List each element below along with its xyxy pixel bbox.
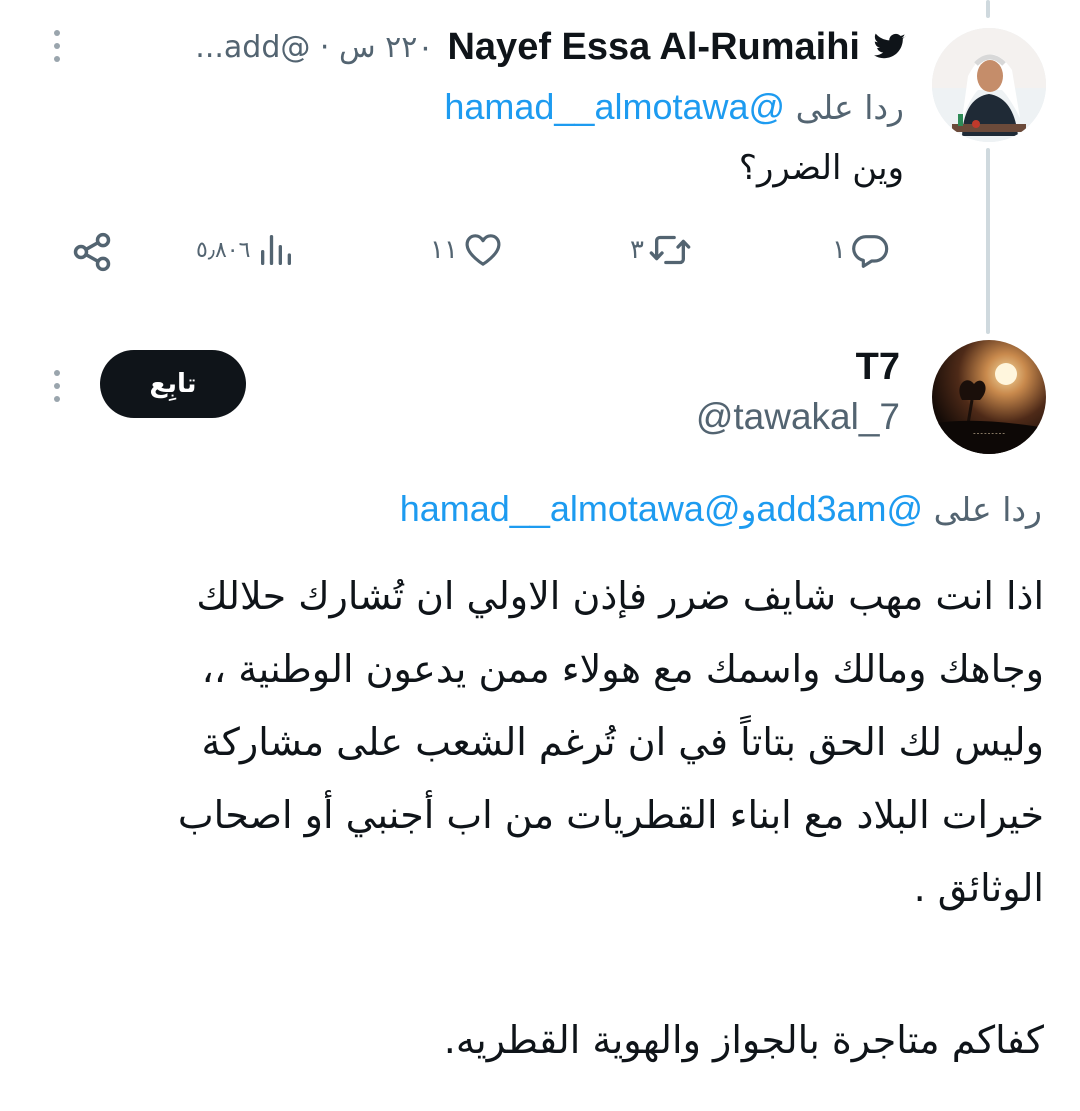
tweet-text: اذا انت مهب شايف ضرر فإذن الاولي ان تُشا… — [44, 560, 1044, 925]
thread-line — [986, 148, 990, 334]
share-icon — [73, 232, 111, 272]
tweet-text-line: اذا انت مهب شايف ضرر فإذن الاولي ان تُشا… — [196, 574, 1044, 618]
tweet-meta: ۲۲۰ س · @add... — [195, 29, 434, 65]
reply-handle-link[interactable]: @hamad__almotawa — [400, 488, 741, 529]
tweet-text-line: خيرات البلاد مع ابناء القطريات من اب أجن… — [177, 793, 1044, 837]
twitter-bird-icon — [874, 33, 906, 59]
views-button[interactable]: ٥٫٨٠٦ — [196, 230, 298, 270]
retweet-button[interactable]: ٣ — [630, 230, 692, 270]
reply-prefix: ردا على — [933, 490, 1042, 529]
thread-line-top — [986, 0, 990, 18]
avatar[interactable]: ـ ـ ـ ـ ـ ـ ـ ـ ـ — [932, 340, 1046, 454]
reply-button[interactable]: ١ — [832, 230, 890, 270]
svg-text:ـ ـ ـ ـ ـ ـ ـ ـ ـ: ـ ـ ـ ـ ـ ـ ـ ـ ـ — [972, 429, 1004, 436]
reply-bubble-icon — [852, 235, 889, 268]
reply-count: ١ — [832, 235, 846, 265]
retweet-icon — [649, 235, 691, 265]
retweet-count: ٣ — [630, 235, 644, 265]
more-vertical-icon[interactable] — [50, 370, 64, 402]
reply-handle-link[interactable]: @add3am — [756, 488, 923, 529]
like-button[interactable]: ١١ — [430, 230, 504, 270]
tweet-text-last: كفاكم متاجرة بالجواز والهوية القطريه. — [443, 1018, 1044, 1062]
author-name[interactable]: Nayef Essa Al-Rumaihi — [447, 26, 860, 69]
follow-button[interactable]: تابِع — [100, 350, 246, 418]
replying-to: ردا على @add3amو@hamad__almotawa — [400, 488, 1042, 530]
tweet-text-line: وجاهك ومالك واسمك مع هولاء ممن يدعون الو… — [201, 647, 1044, 691]
heart-icon — [465, 234, 501, 266]
reply-prefix: ردا على — [795, 88, 904, 127]
author-handle[interactable]: @tawakal_7 — [696, 396, 900, 438]
tweet-text-line: وليس لك الحق بتاتاً في ان تُرغم الشعب عل… — [201, 720, 1044, 764]
avatar[interactable] — [932, 28, 1046, 142]
reply-handle-link[interactable]: @hamad__almotawa — [444, 86, 785, 127]
tweet-text-line: الوثائق . — [913, 866, 1044, 910]
like-count: ١١ — [430, 235, 458, 265]
views-count: ٥٫٨٠٦ — [196, 237, 251, 263]
tweet-text: وين الضرر؟ — [738, 148, 904, 188]
tweet-header: Nayef Essa Al-Rumaihi ۲۲۰ س · @add... — [100, 24, 906, 70]
replying-to: ردا على @hamad__almotawa — [444, 86, 904, 128]
author-name[interactable]: T7 — [856, 346, 900, 389]
share-button[interactable] — [70, 230, 114, 274]
more-vertical-icon[interactable] — [50, 30, 64, 62]
reply-joiner: و — [740, 490, 757, 529]
views-chart-icon — [261, 235, 292, 265]
